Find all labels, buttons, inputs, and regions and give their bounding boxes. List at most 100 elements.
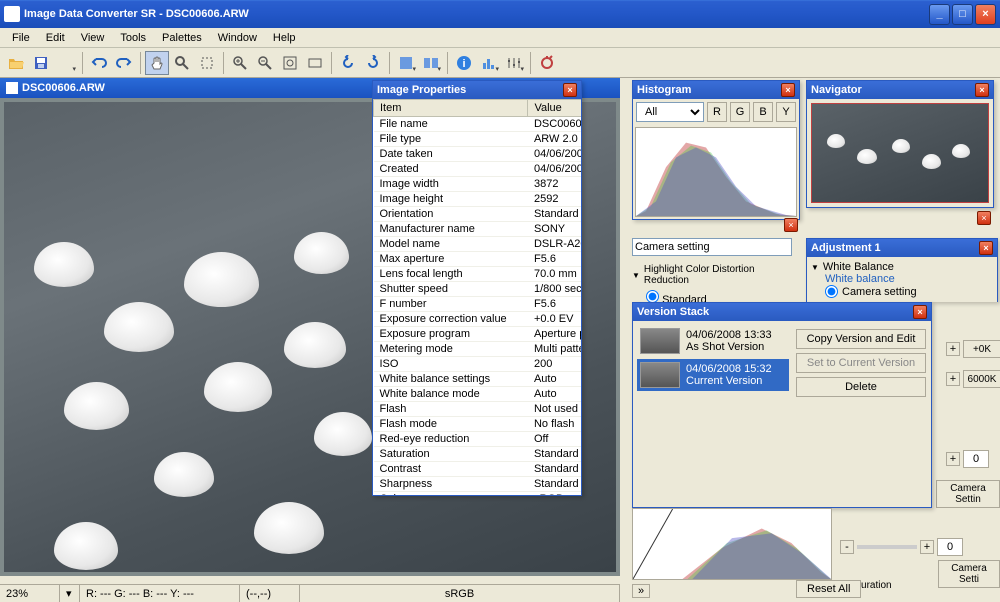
property-row[interactable]: SaturationStandard (374, 447, 582, 462)
zoom-tool-icon[interactable] (170, 51, 194, 75)
menu-file[interactable]: File (4, 30, 38, 46)
rotate-left-icon[interactable] (336, 51, 360, 75)
property-row[interactable]: SharpnessStandard (374, 477, 582, 492)
property-row[interactable]: White balance modeAuto (374, 387, 582, 402)
property-row[interactable]: Exposure correction value+0.0 EV (374, 312, 582, 327)
copy-version-button[interactable]: Copy Version and Edit (796, 329, 926, 349)
col-value[interactable]: Value (528, 100, 581, 117)
histogram-dropdown-icon[interactable] (477, 51, 501, 75)
property-row[interactable]: Lens focal length70.0 mm (374, 267, 582, 282)
property-row[interactable]: Max apertureF5.6 (374, 252, 582, 267)
zoom-dropdown-icon[interactable]: ▾ (60, 585, 80, 602)
panel-close-icon[interactable]: × (977, 211, 991, 225)
property-row[interactable]: ISO200 (374, 357, 582, 372)
redo-icon[interactable] (112, 51, 136, 75)
property-row[interactable]: Manufacturer nameSONY (374, 222, 582, 237)
property-row[interactable]: Image height2592 (374, 192, 582, 207)
undo-icon[interactable] (87, 51, 111, 75)
reset-all-button[interactable]: Reset All (796, 580, 861, 598)
hand-tool-icon[interactable] (145, 51, 169, 75)
preview-dropdown-icon[interactable] (394, 51, 418, 75)
image-properties-panel[interactable]: Image Properties × Item Value File nameD… (372, 80, 582, 496)
expand-icon[interactable]: » (632, 584, 650, 598)
property-row[interactable]: Model nameDSLR-A200 (374, 237, 582, 252)
camera-setting-radio[interactable] (825, 285, 838, 298)
zoom-fit-icon[interactable] (278, 51, 302, 75)
panel-close-icon[interactable]: × (784, 218, 798, 232)
property-row[interactable]: Created04/06/2008 13:33 (374, 162, 582, 177)
property-row[interactable]: Image width3872 (374, 177, 582, 192)
version-item[interactable]: 04/06/2008 13:33 As Shot Version (637, 325, 789, 357)
hist-g-button[interactable]: G (730, 102, 750, 122)
set-current-button[interactable]: Set to Current Version (796, 353, 926, 373)
navigator-panel[interactable]: Navigator × × (806, 80, 994, 208)
property-row[interactable]: Date taken04/06/2008 13:33 (374, 147, 582, 162)
camera-setting-button[interactable]: Camera Setti (938, 560, 1000, 588)
property-row[interactable]: OrientationStandard (374, 207, 582, 222)
property-row[interactable]: Flash modeNo flash (374, 417, 582, 432)
property-row[interactable]: Metering modeMulti pattern (374, 342, 582, 357)
delete-version-button[interactable]: Delete (796, 377, 926, 397)
adjustment-panel[interactable]: Adjustment 1 × White Balance White balan… (806, 238, 998, 302)
property-row[interactable]: Exposure programAperture priority (374, 327, 582, 342)
panel-title-label: Image Properties (377, 84, 466, 96)
property-row[interactable]: F numberF5.6 (374, 297, 582, 312)
menu-window[interactable]: Window (210, 30, 265, 46)
col-item[interactable]: Item (374, 100, 528, 117)
property-row[interactable]: FlashNot used (374, 402, 582, 417)
info-icon[interactable]: i (452, 51, 476, 75)
close-button[interactable]: × (975, 4, 996, 25)
property-row[interactable]: Shutter speed1/800 sec. (374, 282, 582, 297)
property-row[interactable]: White balance settingsAuto (374, 372, 582, 387)
panel-close-icon[interactable]: × (913, 305, 927, 319)
property-row[interactable]: File nameDSC00606.ARW (374, 117, 582, 132)
white-balance-header[interactable]: White Balance (811, 261, 993, 273)
property-row[interactable]: File typeARW 2.0 Format (374, 132, 582, 147)
zoom-in-icon[interactable] (228, 51, 252, 75)
menu-tools[interactable]: Tools (112, 30, 154, 46)
camera-setting-input[interactable] (632, 238, 792, 256)
menu-palettes[interactable]: Palettes (154, 30, 210, 46)
rotate-right-icon[interactable] (361, 51, 385, 75)
value-input[interactable] (963, 450, 989, 468)
panel-close-icon[interactable]: × (979, 241, 993, 255)
panel-close-icon[interactable]: × (781, 83, 795, 97)
version-item-selected[interactable]: 04/06/2008 15:32 Current Version (637, 359, 789, 391)
plus-button[interactable]: + (946, 372, 960, 386)
save-icon[interactable] (29, 51, 53, 75)
menu-edit[interactable]: Edit (38, 30, 73, 46)
histogram-panel[interactable]: Histogram × All R G B Y (632, 80, 800, 220)
save-dropdown-icon[interactable] (54, 51, 78, 75)
zoom-out-icon[interactable] (253, 51, 277, 75)
panel-title-label: Histogram (637, 84, 691, 96)
hist-y-button[interactable]: Y (776, 102, 796, 122)
histogram-channel-select[interactable]: All (636, 102, 704, 122)
minus-button[interactable]: - (840, 540, 854, 554)
property-row[interactable]: Color spacesRGB (374, 492, 582, 496)
value-input[interactable] (937, 538, 963, 556)
compare-dropdown-icon[interactable] (419, 51, 443, 75)
reset-icon[interactable] (535, 51, 559, 75)
plus-button[interactable]: + (946, 452, 960, 466)
crop-tool-icon[interactable] (195, 51, 219, 75)
property-row[interactable]: Red-eye reductionOff (374, 432, 582, 447)
maximize-button[interactable]: □ (952, 4, 973, 25)
open-icon[interactable] (4, 51, 28, 75)
plus-button[interactable]: + (946, 342, 960, 356)
minimize-button[interactable]: _ (929, 4, 950, 25)
hist-b-button[interactable]: B (753, 102, 773, 122)
menu-help[interactable]: Help (265, 30, 304, 46)
navigator-thumbnail[interactable] (811, 103, 989, 203)
zoom-readout[interactable]: 23% (0, 585, 60, 602)
version-stack-panel[interactable]: Version Stack × 04/06/2008 13:33 As Shot… (632, 302, 932, 508)
property-row[interactable]: ContrastStandard (374, 462, 582, 477)
plus-button[interactable]: + (920, 540, 934, 554)
zoom-actual-icon[interactable] (303, 51, 327, 75)
menu-view[interactable]: View (73, 30, 113, 46)
panel-close-icon[interactable]: × (975, 83, 989, 97)
distortion-label: Highlight Color Distortion Reduction (644, 264, 800, 286)
camera-setting-button[interactable]: Camera Settin (936, 480, 1000, 508)
panel-close-icon[interactable]: × (563, 83, 577, 97)
adjust-dropdown-icon[interactable] (502, 51, 526, 75)
hist-r-button[interactable]: R (707, 102, 727, 122)
